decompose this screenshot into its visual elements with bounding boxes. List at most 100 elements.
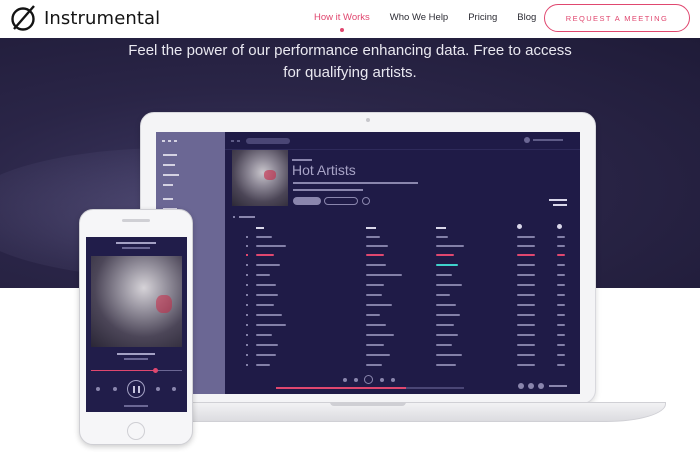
row-cell [517,324,535,326]
phone-track-title [117,353,155,355]
hero-line-1: Feel the power of our performance enhanc… [128,42,572,59]
more-options-icon[interactable] [362,197,370,205]
nav-blog[interactable]: Blog [517,12,536,23]
phone-track-artist [124,358,148,360]
row-index [246,274,248,276]
window-dot [162,140,165,142]
phone-previous-icon[interactable] [113,387,117,391]
playlist-type-label [292,159,312,161]
row-cell [517,254,535,256]
row-cell [366,264,386,266]
row-cell [256,274,270,276]
phone-next-icon[interactable] [156,387,160,391]
phone-shuffle-icon[interactable] [96,387,100,391]
forward-arrow-icon[interactable] [237,140,240,142]
row-cell [256,294,278,296]
row-cell [366,344,384,346]
column-header[interactable] [256,227,264,229]
row-index [246,284,248,286]
phone-repeat-icon[interactable] [172,387,176,391]
row-cell [517,236,535,238]
sidebar-item[interactable] [163,184,173,186]
playback-progress-bar[interactable] [276,387,464,389]
row-cell [436,354,462,356]
follow-button[interactable] [324,197,358,205]
album-art-smoke-accent [156,295,172,313]
volume-icon[interactable] [538,383,544,389]
row-cell [517,314,535,316]
volume-slider[interactable] [549,385,567,387]
username-line [533,139,563,141]
phone-progress-knob[interactable] [153,368,158,373]
nav-pricing[interactable]: Pricing [468,12,497,23]
row-cell [557,304,565,306]
phone-header-line [116,242,156,244]
row-cell [557,284,565,286]
app-search-input[interactable] [246,138,290,144]
playlist-cover-image [232,150,288,206]
next-icon[interactable] [380,378,384,382]
sidebar-item[interactable] [163,164,175,166]
row-cell [517,364,535,366]
row-cell [366,236,380,238]
phone-pause-button[interactable] [127,380,145,398]
row-cell [517,284,535,286]
column-header-icon[interactable] [557,224,562,229]
row-cell [436,344,452,346]
slashed-circle-icon [11,5,35,31]
row-cell [517,304,535,306]
queue-icon[interactable] [518,383,524,389]
sidebar-item[interactable] [163,198,173,200]
row-cell [256,304,274,306]
column-header[interactable] [436,227,446,229]
row-cell [256,334,272,336]
row-cell [366,254,384,256]
row-index [246,304,248,306]
row-cell [557,245,565,247]
repeat-icon[interactable] [391,378,395,382]
row-cell [557,314,565,316]
row-cell [436,236,448,238]
sidebar-item[interactable] [163,154,177,156]
nav-how-it-works[interactable]: How it Works [314,12,370,32]
row-cell [256,324,286,326]
row-cell [366,334,394,336]
nav-label: Pricing [468,12,498,23]
playlist-title: Hot Artists [292,162,356,178]
request-meeting-button[interactable]: REQUEST A MEETING [544,4,690,32]
back-arrow-icon[interactable] [231,140,234,142]
active-indicator-dot [339,28,344,32]
phone-progress-fill [91,370,155,371]
nav-who-we-help[interactable]: Who We Help [390,12,448,23]
play-pause-icon[interactable] [364,375,373,384]
phone-progress-bar[interactable] [91,368,182,373]
row-cell [557,274,565,276]
row-cell [517,354,535,356]
row-index [246,264,248,266]
column-header-icon[interactable] [517,224,522,229]
sidebar-item[interactable] [163,174,179,176]
shuffle-icon[interactable] [343,378,347,382]
row-cell [256,344,278,346]
filter-line [553,204,567,206]
logo[interactable]: Instrumental [10,4,160,32]
row-cell [256,264,280,266]
phone-home-button [127,422,145,440]
row-cell [256,364,270,366]
previous-icon[interactable] [354,378,358,382]
row-cell [256,236,272,238]
brand-name: Instrumental [44,7,161,29]
row-cell [366,245,388,247]
row-cell [366,304,392,306]
laptop-notch [330,402,406,406]
playlist-meta-line [293,189,363,191]
app-topbar [225,132,580,150]
column-header[interactable] [366,227,376,229]
row-cell [517,264,535,266]
row-cell [366,364,382,366]
row-cell [436,314,460,316]
row-index [246,354,248,356]
devices-icon[interactable] [528,383,534,389]
play-button[interactable] [293,197,321,205]
avatar[interactable] [524,137,530,143]
